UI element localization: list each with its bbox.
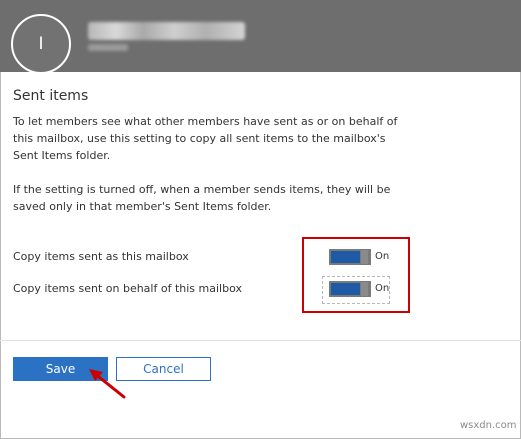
option-label-sent-as: Copy items sent as this mailbox	[13, 250, 189, 263]
toggle-sent-on-behalf[interactable]	[329, 281, 371, 297]
toggle-track	[331, 283, 360, 295]
description-paragraph-2: If the setting is turned off, when a mem…	[13, 183, 391, 213]
description-paragraph-1: To let members see what other members ha…	[13, 115, 398, 162]
option-label-sent-on-behalf: Copy items sent on behalf of this mailbo…	[13, 282, 242, 295]
toggle-state-sent-as: On	[375, 251, 390, 262]
toggle-state-sent-on-behalf: On	[375, 283, 390, 294]
cancel-button[interactable]: Cancel	[116, 357, 211, 381]
header-bar: I	[0, 0, 521, 74]
red-arrow-icon	[89, 369, 126, 399]
toggle-sent-as[interactable]	[329, 249, 371, 265]
redacted-username	[88, 22, 245, 40]
avatar: I	[11, 14, 71, 74]
redacted-subtitle	[88, 44, 128, 51]
toggle-thumb	[361, 250, 368, 264]
footer-divider	[0, 340, 521, 341]
toggle-track	[331, 251, 360, 263]
section-title: Sent items	[13, 88, 89, 104]
watermark: wsxdn.com	[460, 420, 517, 431]
toggle-thumb	[361, 282, 368, 296]
